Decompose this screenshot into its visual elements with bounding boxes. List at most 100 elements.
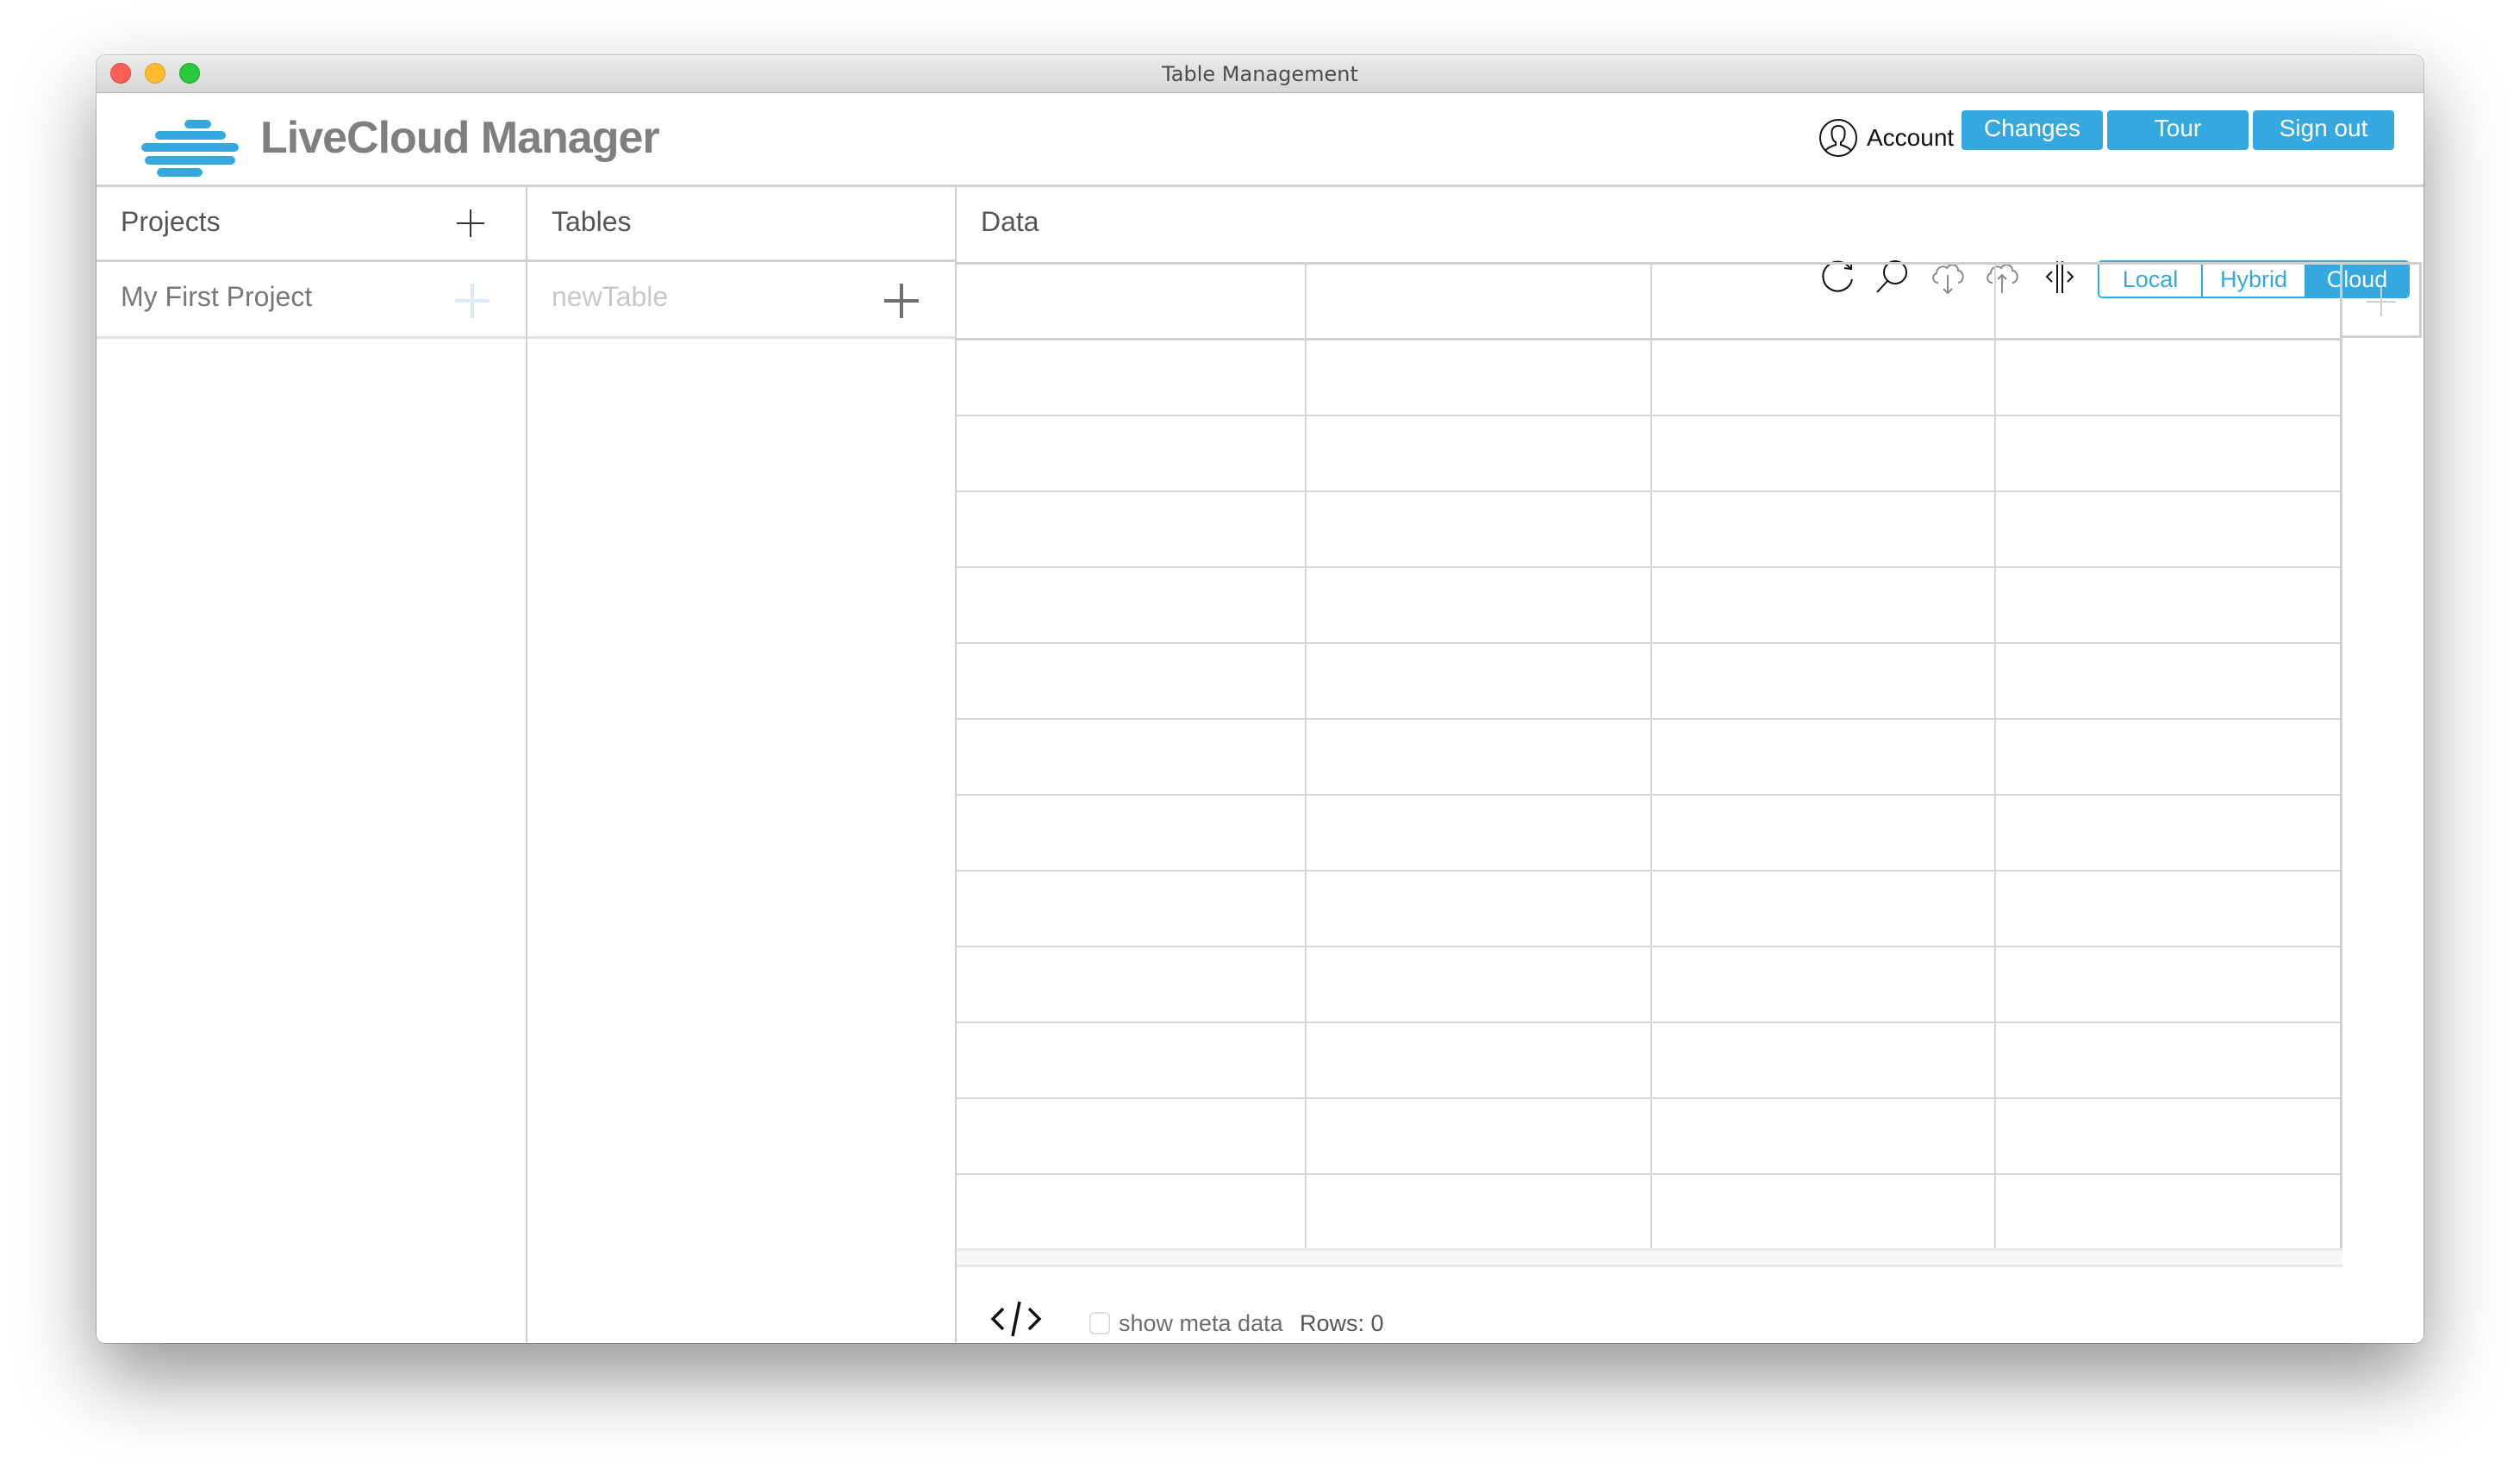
code-view-icon[interactable] bbox=[989, 1298, 1043, 1340]
grid-cell[interactable] bbox=[1307, 947, 1652, 1022]
grid-cell[interactable] bbox=[1307, 568, 1652, 642]
data-title: Data bbox=[981, 206, 1039, 237]
data-panel: Data Local Hybrid Cloud show meta data R… bbox=[957, 187, 2423, 1343]
data-footer: show meta data Rows: 0 bbox=[957, 1267, 2423, 1343]
project-name: My First Project bbox=[121, 281, 313, 312]
changes-button[interactable]: Changes bbox=[1962, 110, 2103, 150]
grid-cell[interactable] bbox=[1652, 416, 1996, 491]
grid-cell[interactable] bbox=[957, 416, 1307, 491]
grid-cell[interactable] bbox=[1996, 1023, 2340, 1097]
project-list-item[interactable]: My First Project bbox=[97, 262, 526, 339]
grid-cell[interactable] bbox=[957, 1099, 1307, 1173]
add-table-icon[interactable] bbox=[884, 284, 919, 318]
grid-cell[interactable] bbox=[1307, 1023, 1652, 1097]
grid-cell[interactable] bbox=[957, 1023, 1307, 1097]
grid-cell[interactable] bbox=[957, 872, 1307, 946]
add-column-icon bbox=[2367, 287, 2396, 316]
column-header-cell[interactable] bbox=[957, 265, 1307, 338]
grid-cell[interactable] bbox=[1996, 720, 2340, 794]
grid-cell[interactable] bbox=[1307, 1175, 1652, 1249]
grid-cell[interactable] bbox=[957, 720, 1307, 794]
grid-header-row bbox=[957, 265, 2340, 341]
add-column-button[interactable] bbox=[2342, 262, 2422, 338]
table-row bbox=[957, 1175, 2340, 1251]
table-name-input[interactable]: newTable bbox=[552, 281, 668, 313]
tour-button[interactable]: Tour bbox=[2107, 110, 2249, 150]
grid-cell[interactable] bbox=[1996, 492, 2340, 566]
app-window: Table Management LiveCloud Manager Accou… bbox=[97, 55, 2423, 1343]
refresh-icon[interactable] bbox=[1818, 128, 1858, 167]
title-bar: Table Management bbox=[97, 55, 2423, 93]
table-row bbox=[957, 796, 2340, 872]
grid-cell[interactable] bbox=[1652, 872, 1996, 946]
table-row bbox=[957, 947, 2340, 1023]
column-header-cell[interactable] bbox=[1996, 265, 2340, 338]
grid-cell[interactable] bbox=[1652, 796, 1996, 870]
projects-title: Projects bbox=[121, 206, 221, 237]
grid-cell[interactable] bbox=[1652, 720, 1996, 794]
grid-cell[interactable] bbox=[1307, 1099, 1652, 1173]
grid-cell[interactable] bbox=[1307, 872, 1652, 946]
show-meta-data-label: show meta data bbox=[1119, 1310, 1283, 1336]
app-brand-title: LiveCloud Manager bbox=[260, 113, 660, 163]
tables-title: Tables bbox=[552, 206, 632, 237]
grid-cell[interactable] bbox=[1307, 492, 1652, 566]
grid-cell[interactable] bbox=[1996, 1175, 2340, 1249]
table-row bbox=[957, 720, 2340, 796]
grid-cell[interactable] bbox=[1996, 341, 2340, 415]
grid-cell[interactable] bbox=[957, 644, 1307, 718]
livecloud-logo-icon bbox=[140, 116, 243, 177]
add-project-icon[interactable] bbox=[457, 209, 484, 237]
grid-cell[interactable] bbox=[1307, 416, 1652, 491]
grid-cell[interactable] bbox=[1652, 568, 1996, 642]
horizontal-scrollbar[interactable] bbox=[957, 1248, 2342, 1267]
app-header: LiveCloud Manager Account Changes Tour S… bbox=[97, 93, 2423, 187]
table-list-item[interactable]: newTable bbox=[527, 262, 955, 339]
grid-cell[interactable] bbox=[1652, 1175, 1996, 1249]
grid-cell[interactable] bbox=[957, 947, 1307, 1022]
grid-cell[interactable] bbox=[1652, 644, 1996, 718]
table-row bbox=[957, 872, 2340, 947]
column-header-cell[interactable] bbox=[1307, 265, 1652, 338]
grid-cell[interactable] bbox=[1307, 644, 1652, 718]
grid-cell[interactable] bbox=[1996, 872, 2340, 946]
grid-cell[interactable] bbox=[1652, 1023, 1996, 1097]
grid-cell[interactable] bbox=[1652, 492, 1996, 566]
grid-cell[interactable] bbox=[957, 341, 1307, 415]
account-label: Account bbox=[1867, 124, 1955, 151]
grid-cell[interactable] bbox=[957, 568, 1307, 642]
row-count: Rows: 0 bbox=[1300, 1310, 1384, 1336]
grid-cell[interactable] bbox=[1307, 720, 1652, 794]
grid-cell[interactable] bbox=[957, 492, 1307, 566]
grid-cell[interactable] bbox=[1652, 341, 1996, 415]
table-row bbox=[957, 568, 2340, 644]
tables-panel: Tables newTable bbox=[527, 187, 957, 1343]
grid-cell[interactable] bbox=[1996, 416, 2340, 491]
grid-cell[interactable] bbox=[957, 796, 1307, 870]
data-grid bbox=[957, 262, 2342, 1251]
grid-cell[interactable] bbox=[1652, 1099, 1996, 1173]
table-row bbox=[957, 1023, 2340, 1099]
table-row bbox=[957, 341, 2340, 416]
grid-cell[interactable] bbox=[1996, 947, 2340, 1022]
window-title: Table Management bbox=[1162, 62, 1358, 86]
table-row bbox=[957, 644, 2340, 720]
projects-header: Projects bbox=[97, 187, 526, 262]
grid-cell[interactable] bbox=[1307, 796, 1652, 870]
table-row bbox=[957, 416, 2340, 492]
grid-cell[interactable] bbox=[1996, 644, 2340, 718]
tables-header: Tables bbox=[527, 187, 955, 262]
grid-cell[interactable] bbox=[957, 1175, 1307, 1249]
grid-cell[interactable] bbox=[1996, 568, 2340, 642]
grid-cell[interactable] bbox=[1996, 1099, 2340, 1173]
column-header-cell[interactable] bbox=[1652, 265, 1996, 338]
table-row bbox=[957, 1099, 2340, 1175]
grid-cell[interactable] bbox=[1307, 341, 1652, 415]
sign-out-button[interactable]: Sign out bbox=[2253, 110, 2394, 150]
grid-cell[interactable] bbox=[1996, 796, 2340, 870]
table-row bbox=[957, 492, 2340, 568]
show-meta-data-checkbox[interactable] bbox=[1089, 1312, 1110, 1334]
grid-cell[interactable] bbox=[1652, 947, 1996, 1022]
add-table-to-project-icon[interactable] bbox=[455, 284, 490, 318]
data-header: Data bbox=[957, 187, 2423, 259]
